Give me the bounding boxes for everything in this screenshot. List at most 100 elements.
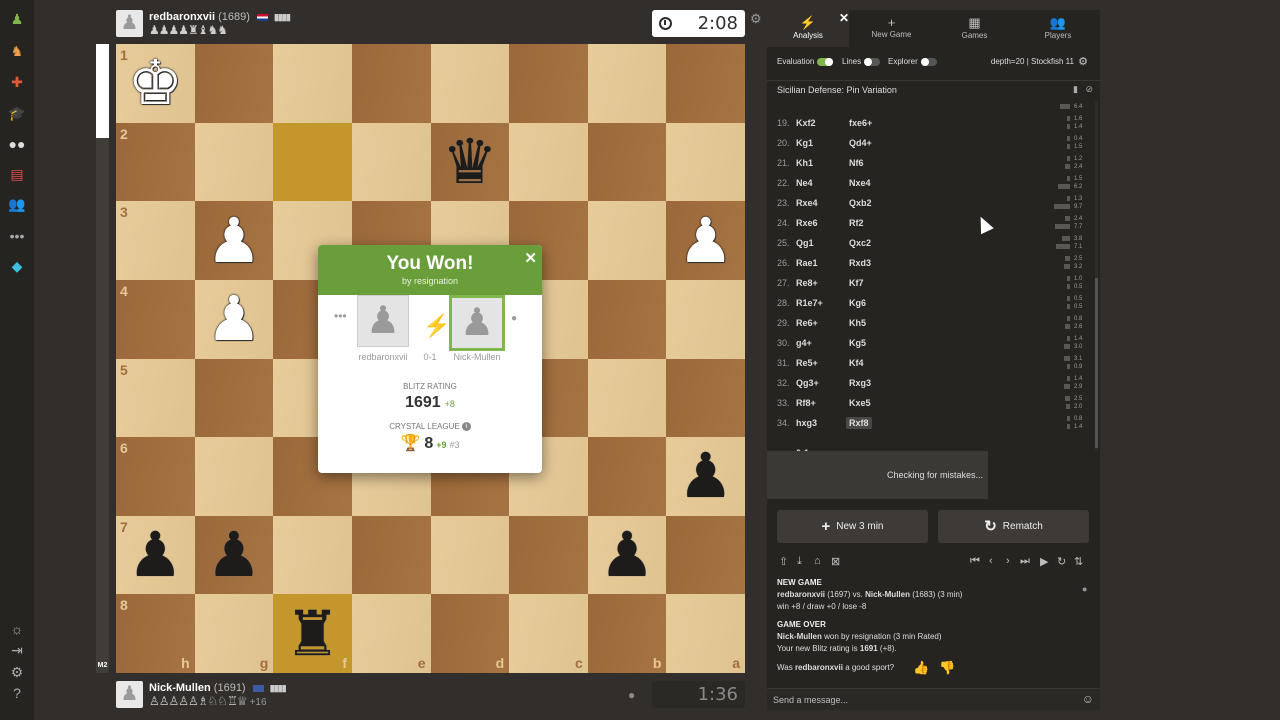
black-move[interactable]: Nf6 — [849, 158, 864, 168]
more-options-icon[interactable]: ••• — [334, 309, 347, 323]
square-a1[interactable] — [666, 44, 745, 123]
black-piece[interactable]: ♟ — [666, 437, 745, 516]
white-move[interactable]: hxg3 — [796, 418, 817, 428]
square-d7[interactable] — [430, 515, 510, 595]
black-move[interactable]: fxe6+ — [849, 118, 872, 128]
last-move-icon[interactable]: ⏭ — [1020, 555, 1030, 568]
square-f7[interactable] — [273, 515, 352, 595]
square-g6[interactable] — [194, 437, 274, 516]
black-move[interactable]: Rxd3 — [849, 258, 871, 268]
black-move[interactable]: Kf7 — [849, 278, 864, 288]
square-a8[interactable]: a — [666, 594, 745, 673]
black-move[interactable]: Nxe4 — [849, 178, 871, 188]
square-c8[interactable]: c — [509, 594, 588, 673]
swap-icon[interactable]: ⇅ — [1074, 555, 1083, 568]
white-move[interactable]: Kh1 — [796, 158, 813, 168]
white-piece[interactable]: ♟ — [195, 280, 274, 359]
tab-analysis[interactable]: ⚡ Analysis — [767, 10, 849, 47]
engine-settings-gear-icon[interactable]: ⚙ — [1078, 55, 1088, 68]
black-piece[interactable]: ♟ — [588, 516, 667, 595]
square-h7[interactable]: 7 ♟ — [116, 515, 195, 595]
avatar[interactable]: ♟ — [116, 681, 143, 708]
square-f1[interactable] — [273, 44, 352, 123]
square-b1[interactable] — [587, 44, 667, 123]
first-move-icon[interactable]: ⏮ — [970, 555, 980, 568]
move-list-scrollbar[interactable] — [1095, 278, 1098, 448]
white-piece[interactable]: ♟ — [666, 201, 745, 280]
close-analysis-icon[interactable]: ✕ — [839, 11, 849, 25]
explorer-toggle[interactable] — [920, 57, 937, 66]
chess-logo-icon[interactable]: ♟ — [8, 10, 26, 28]
black-move[interactable]: Qxb2 — [849, 198, 872, 208]
white-move[interactable]: Ne4 — [796, 178, 813, 188]
avatar[interactable]: ♟ — [116, 10, 143, 37]
white-move[interactable]: R1e7+ — [796, 298, 823, 308]
black-piece[interactable]: ♟ — [195, 516, 274, 595]
square-h8[interactable]: 8h — [116, 594, 195, 673]
square-g8[interactable]: g — [194, 594, 274, 673]
square-e2[interactable] — [351, 122, 431, 202]
diamond-icon[interactable]: ◆ — [8, 257, 26, 275]
chat-bubble-icon[interactable]: ● — [511, 313, 517, 324]
reload-icon[interactable]: ↻ — [1057, 555, 1066, 568]
black-move[interactable]: Kg5 — [849, 338, 866, 348]
chat-icon[interactable]: ● — [628, 688, 635, 702]
more-icon[interactable]: ••• — [8, 227, 26, 245]
square-h6[interactable]: 6 — [116, 437, 195, 516]
square-a4[interactable] — [666, 279, 745, 359]
modal-close-icon[interactable]: ✕ — [524, 249, 537, 267]
logout-icon[interactable]: ⇥ — [8, 641, 26, 659]
square-a6[interactable]: ♟ — [666, 437, 745, 516]
square-d8[interactable]: d — [430, 594, 510, 673]
white-move[interactable]: Kg1 — [796, 138, 813, 148]
help-icon[interactable]: ? — [8, 684, 26, 702]
white-piece[interactable]: ♚ — [116, 44, 195, 123]
share-icon[interactable]: ⇧ — [779, 555, 788, 568]
watch-icon[interactable]: ●● — [8, 135, 26, 153]
white-piece[interactable]: ♟ — [195, 201, 274, 280]
square-g1[interactable] — [194, 44, 274, 123]
square-c2[interactable] — [509, 122, 588, 202]
square-b8[interactable]: b — [587, 594, 667, 673]
square-f8[interactable]: f ♜ — [273, 594, 352, 673]
compass-icon[interactable]: ⊘ — [1085, 84, 1093, 95]
black-move[interactable]: Qxc2 — [849, 238, 871, 248]
square-g3[interactable]: ♟ — [194, 201, 274, 280]
tab-players[interactable]: 👥 Players — [1016, 10, 1100, 47]
black-piece[interactable]: ♟ — [116, 516, 195, 595]
square-h2[interactable]: 2 — [116, 122, 195, 202]
move-list[interactable]: 6.4 19. Kxf2 fxe6+ 1.6 1.4 20. Kg1 Qd4+ 0.4 1.5 21… — [767, 101, 1100, 451]
square-b3[interactable] — [587, 201, 667, 280]
square-e7[interactable] — [351, 515, 431, 595]
play-icon[interactable]: ♞ — [8, 42, 26, 60]
white-move[interactable]: Qg1 — [796, 238, 814, 248]
square-h1[interactable]: 1 ♚ — [116, 44, 195, 123]
square-b6[interactable] — [587, 437, 667, 516]
square-g4[interactable]: ♟ — [194, 279, 274, 359]
square-a5[interactable] — [666, 358, 745, 438]
square-h4[interactable]: 4 — [116, 279, 195, 359]
bottom-player-name[interactable]: Nick-Mullen — [149, 682, 211, 694]
square-b2[interactable] — [587, 122, 667, 202]
square-d2[interactable]: ♛ — [430, 122, 510, 202]
white-move[interactable]: Re5+ — [796, 358, 818, 368]
theme-icon[interactable]: ☼ — [8, 620, 26, 638]
white-move[interactable]: Rxe6 — [796, 218, 818, 228]
black-move[interactable]: Kxe5 — [849, 398, 871, 408]
board-settings-gear-icon[interactable]: ⚙ — [750, 11, 762, 27]
social-icon[interactable]: 👥 — [8, 195, 26, 213]
emoji-icon[interactable]: ☺ — [1082, 692, 1094, 706]
news-icon[interactable]: ▤ — [8, 165, 26, 183]
white-move[interactable]: Rf8+ — [796, 398, 816, 408]
square-a7[interactable] — [666, 515, 745, 595]
white-move[interactable]: Kxf2 — [796, 118, 816, 128]
square-f2[interactable] — [273, 122, 352, 202]
black-move[interactable]: Kg6 — [849, 298, 866, 308]
white-move[interactable]: g4+ — [796, 338, 812, 348]
black-move[interactable]: Kh5 — [849, 318, 866, 328]
white-move[interactable]: Re6+ — [796, 318, 818, 328]
square-h5[interactable]: 5 — [116, 358, 195, 438]
square-a2[interactable] — [666, 122, 745, 202]
square-b5[interactable] — [587, 358, 667, 438]
puzzles-icon[interactable]: ✚ — [8, 73, 26, 91]
